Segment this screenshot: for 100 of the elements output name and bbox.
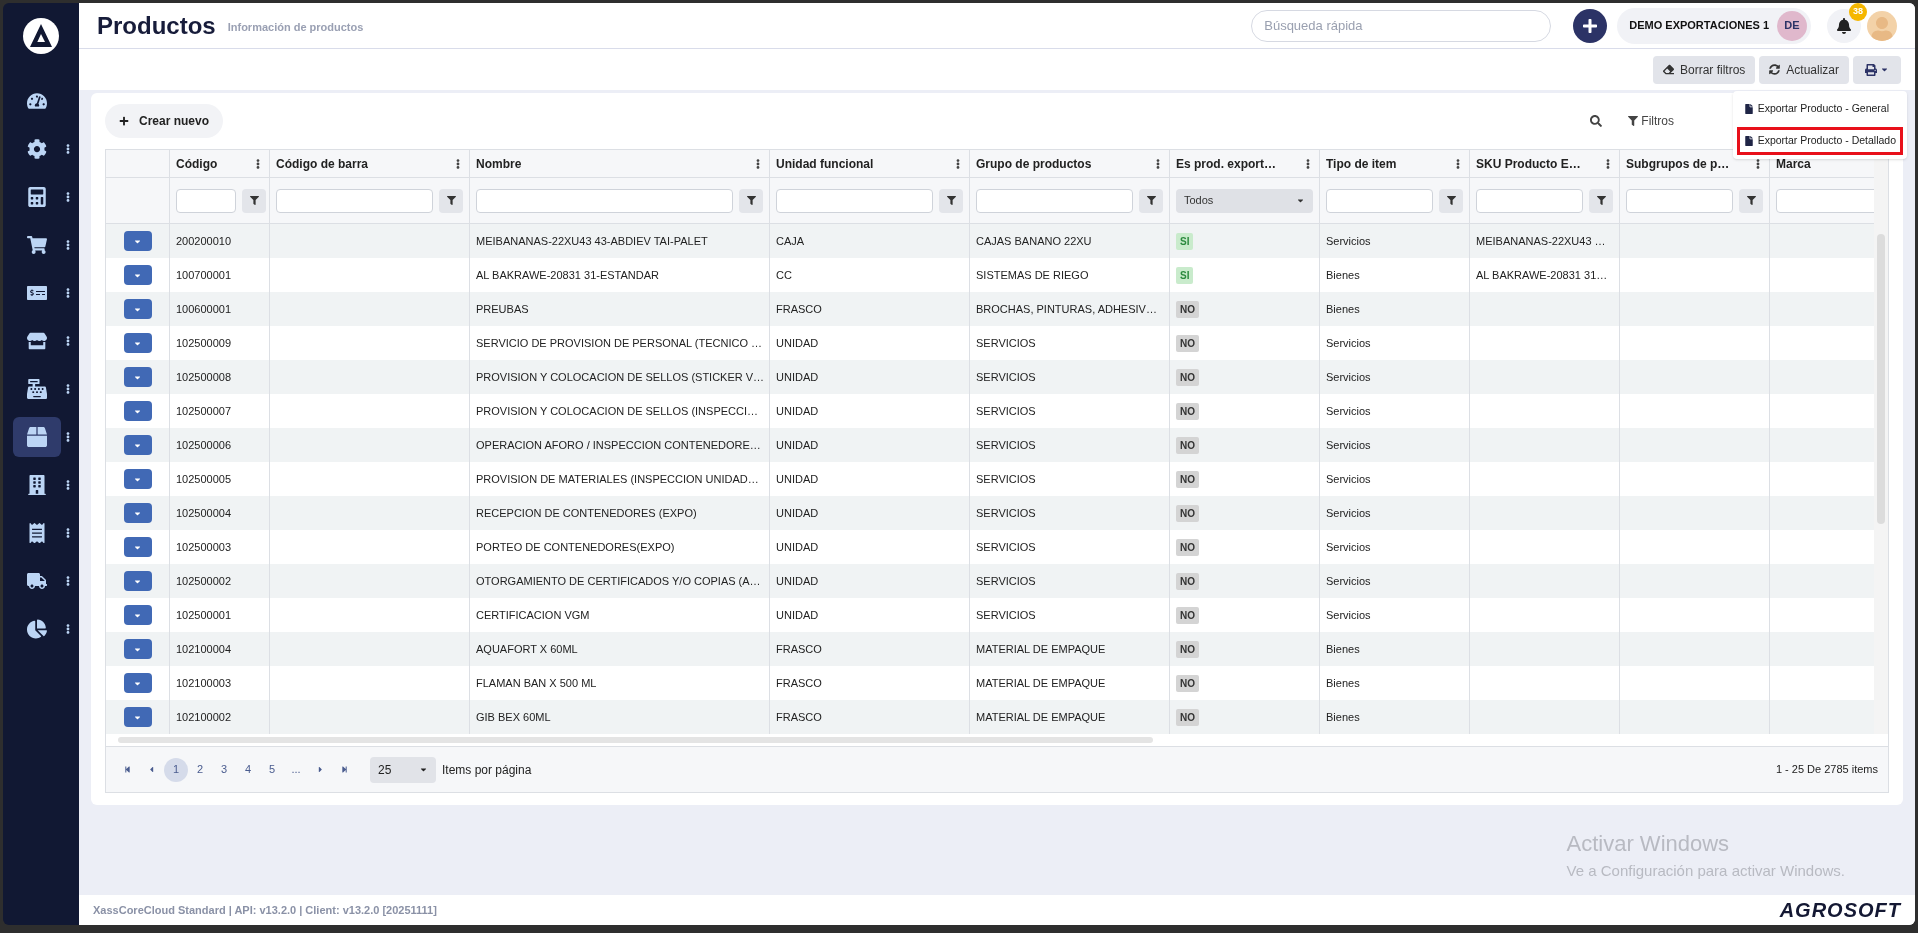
table-cell-text: 102500007 [176, 403, 232, 419]
filter-button[interactable] [1439, 188, 1463, 213]
menu-item[interactable]: Exportar Producto - Detallado [1736, 127, 1903, 155]
filter-icon [1596, 196, 1606, 205]
row-action-button[interactable] [123, 605, 152, 625]
table-cell-text: FLAMAN BAN X 500 ML [476, 675, 597, 691]
first-page-icon[interactable] [124, 766, 131, 773]
filter-button[interactable] [1139, 188, 1163, 213]
filter-button[interactable] [739, 188, 763, 213]
notification-badge: 38 [1849, 3, 1867, 21]
column-header[interactable]: Subgrupos de p… [1626, 154, 1730, 173]
column-header[interactable]: Marca [1776, 154, 1811, 173]
notifications-button[interactable] [1827, 8, 1861, 43]
filter-field[interactable] [1626, 188, 1733, 213]
building-icon [27, 475, 47, 495]
row-action-button[interactable] [123, 265, 152, 285]
last-page-icon[interactable] [341, 766, 348, 773]
page-button[interactable]: ... [284, 757, 308, 782]
page-title: Productos [97, 10, 216, 41]
filter-button[interactable] [1589, 188, 1613, 213]
status-badge: NO [1176, 402, 1199, 420]
status-badge: NO [1176, 300, 1199, 318]
toolbar-button[interactable]: Actualizar [1759, 55, 1849, 84]
print-button[interactable] [1853, 55, 1901, 84]
filter-icon [446, 196, 456, 205]
filter-field[interactable] [276, 188, 433, 213]
table-cell-text: 102500002 [176, 573, 232, 589]
column-header[interactable]: Tipo de item [1326, 154, 1397, 173]
row-action-button[interactable] [123, 673, 152, 693]
column-header[interactable]: Código [176, 154, 218, 173]
caret-icon [419, 765, 428, 774]
column-header[interactable]: Unidad funcional [776, 154, 874, 173]
page-button[interactable]: 4 [236, 757, 260, 782]
caret-icon [1296, 196, 1305, 205]
filter-icon [946, 196, 956, 205]
table-cell-text: MATERIAL DE EMPAQUE [976, 675, 1106, 691]
row-action-button[interactable] [123, 435, 152, 455]
toolbar-button[interactable]: Borrar filtros [1652, 55, 1756, 84]
filter-field[interactable] [476, 188, 733, 213]
table-cell-text: GIB BEX 60ML [476, 709, 551, 725]
column-header[interactable]: Es prod. export… [1176, 154, 1276, 173]
page-button[interactable]: 3 [212, 757, 236, 782]
row-action-button[interactable] [123, 333, 152, 353]
page-button[interactable]: 2 [188, 757, 212, 782]
table-cell-text: SERVICIOS [976, 573, 1036, 589]
filter-field[interactable] [976, 188, 1133, 213]
create-button[interactable]: Crear nuevo [105, 104, 224, 138]
filter-field[interactable] [1476, 188, 1583, 213]
company-selector[interactable]: DEMO EXPORTACIONES 1 DE [1617, 7, 1811, 44]
table-cell-text: UNIDAD [776, 369, 819, 385]
filters-button[interactable]: Filtros [1628, 112, 1674, 130]
column-header[interactable]: SKU Producto E… [1476, 154, 1581, 173]
refresh-icon [1769, 64, 1781, 75]
filter-field[interactable] [1326, 188, 1433, 213]
filter-select[interactable]: Todos [1176, 188, 1313, 213]
column-header[interactable]: Grupo de productos [976, 154, 1092, 173]
filter-button[interactable] [1739, 188, 1763, 213]
table-cell-text: SERVICIOS [976, 369, 1036, 385]
filter-field[interactable] [176, 188, 236, 213]
filter-field[interactable] [776, 188, 933, 213]
logo-icon [22, 17, 60, 55]
row-action-button[interactable] [123, 469, 152, 489]
row-action-button[interactable] [123, 231, 152, 251]
table-cell-text: PORTEO DE CONTENEDORES(EXPO) [476, 539, 675, 555]
table-cell-text: SERVICIOS [976, 539, 1036, 555]
row-action-button[interactable] [123, 707, 152, 727]
column-header[interactable]: Código de barra [276, 154, 368, 173]
table-cell-text: SERVICIOS [976, 403, 1036, 419]
page-button[interactable]: 1 [164, 757, 188, 782]
previous-page-icon[interactable] [147, 765, 156, 774]
search-field[interactable]: Búsqueda rápida [1251, 9, 1552, 42]
page-size-label: Items por página [442, 761, 532, 779]
table-cell-text: Bienes [1326, 641, 1360, 657]
row-action-button[interactable] [123, 401, 152, 421]
menu-item[interactable]: Exportar Producto - General [1736, 95, 1903, 123]
table-cell-text: MATERIAL DE EMPAQUE [976, 641, 1106, 657]
column-header[interactable]: Nombre [476, 154, 522, 173]
table-cell-text: OTORGAMIENTO DE CERTIFICADOS Y/O COPIAS (A… [476, 573, 761, 589]
row-action-button[interactable] [123, 503, 152, 523]
status-badge: SI [1176, 232, 1194, 250]
table-cell-text: UNIDAD [776, 403, 819, 419]
next-page-icon[interactable] [316, 765, 325, 774]
filter-button[interactable] [439, 188, 463, 213]
filter-button[interactable] [242, 188, 266, 213]
row-action-button[interactable] [123, 639, 152, 659]
table-cell-text: FRASCO [776, 641, 822, 657]
row-action-button[interactable] [123, 299, 152, 319]
row-action-button[interactable] [123, 571, 152, 591]
page-button[interactable]: 5 [260, 757, 284, 782]
filter-field[interactable] [1776, 188, 1874, 213]
page-size-select[interactable]: 25 [370, 756, 436, 783]
search-icon[interactable] [1590, 115, 1603, 127]
cart-icon [27, 235, 47, 255]
row-action-button[interactable] [123, 367, 152, 387]
add-button[interactable] [1573, 8, 1608, 43]
sidebar-item[interactable] [13, 417, 61, 457]
filter-button[interactable] [939, 188, 963, 213]
row-action-button[interactable] [123, 537, 152, 557]
table-cell-text: 102500001 [176, 607, 232, 623]
status-badge: NO [1176, 334, 1199, 352]
